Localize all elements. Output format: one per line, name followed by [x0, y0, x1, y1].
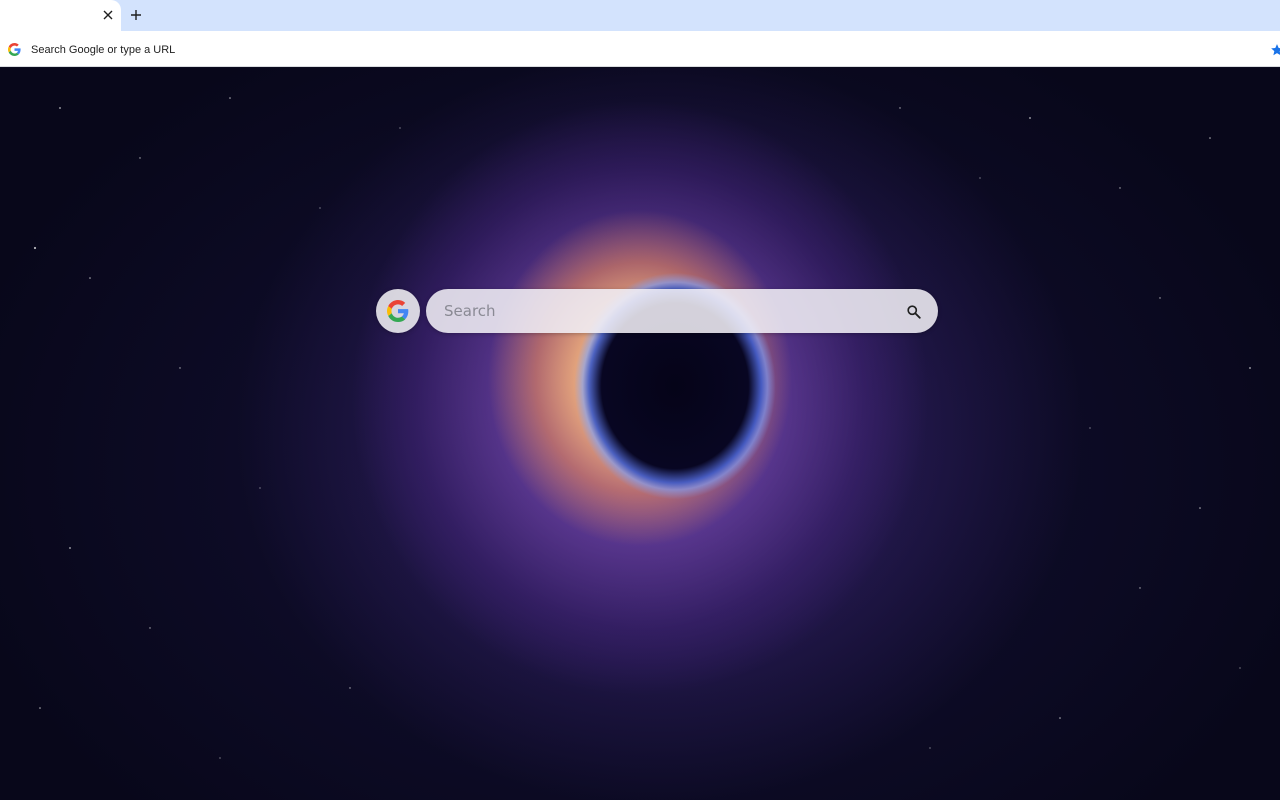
google-g-icon — [8, 43, 21, 56]
omnibox[interactable]: Search Google or type a URL — [0, 33, 1280, 65]
new-tab-page — [0, 68, 1280, 800]
tab-new-tab[interactable] — [0, 0, 121, 31]
search-button[interactable] — [904, 302, 922, 320]
starfield-background — [33, 97, 1251, 759]
close-icon — [103, 10, 113, 20]
omnibox-text: Search Google or type a URL — [31, 44, 176, 56]
tab-close-button[interactable] — [100, 7, 116, 23]
search-icon — [906, 304, 921, 319]
google-logo-button[interactable] — [376, 289, 420, 333]
plus-icon — [131, 10, 141, 20]
bookmark-star-icon[interactable] — [1270, 43, 1280, 57]
search-box — [426, 289, 938, 333]
new-tab-button[interactable] — [127, 6, 145, 24]
search-input[interactable] — [444, 289, 894, 333]
tab-strip — [0, 0, 1280, 31]
tab-title — [8, 8, 93, 24]
toolbar: Search Google or type a URL — [0, 31, 1280, 67]
google-g-icon — [387, 300, 409, 322]
